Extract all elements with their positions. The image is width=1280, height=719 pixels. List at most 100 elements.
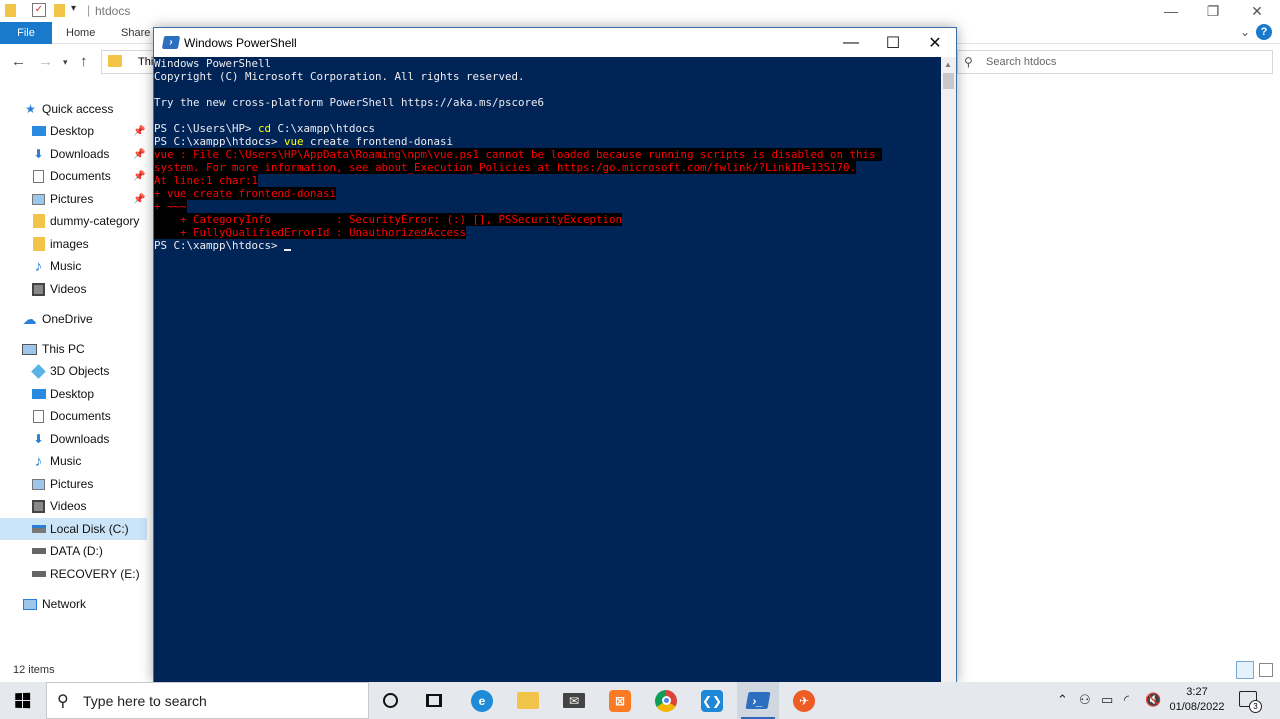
nav-item-pictures[interactable]: Pictures 📌 [0,188,147,210]
nav-item-recovery-e[interactable]: RECOVERY (E:) [0,563,147,585]
minimize-icon[interactable]: — [830,28,872,57]
file-explorer-icon [517,692,539,709]
taskbar-app-postman[interactable]: ✈ [783,682,825,719]
cortana-button[interactable] [369,682,411,719]
nav-item-pc-pictures[interactable]: Pictures [0,473,147,495]
console-prompt-line: PS C:\Users\HP> cd C:\xampp\htdocs [154,122,375,135]
tab-home[interactable]: Home [66,22,95,44]
show-hidden-icons-icon[interactable]: ⌃ [1057,692,1068,708]
nav-item-music[interactable]: ♪ Music [0,255,147,277]
details-view-icon[interactable] [1236,661,1254,679]
tab-file[interactable]: File [0,22,52,44]
taskbar-app-edge[interactable]: e [461,682,503,719]
chrome-icon [655,689,677,712]
tab-share[interactable]: Share [121,22,150,44]
nav-label: Local Disk (C:) [50,522,129,536]
nav-item-images[interactable]: images [0,233,147,255]
nav-item-videos[interactable]: Videos [0,278,147,300]
restore-icon[interactable]: ❐ [1190,0,1236,22]
taskbar-app-chrome[interactable] [645,682,687,719]
nav-item-pc-desktop[interactable]: Desktop [0,383,147,405]
new-folder-icon[interactable] [54,4,65,17]
task-view-icon [426,694,442,707]
search-input[interactable]: ⚲ Search htdocs [957,50,1273,74]
properties-icon[interactable]: ✓ [32,3,46,17]
powershell-titlebar[interactable]: › Windows PowerShell — ☐ ✕ [154,28,956,57]
nav-onedrive[interactable]: ☁ OneDrive [0,308,147,330]
windows-logo-icon [14,692,30,709]
expand-ribbon-icon[interactable]: ⌄ [1240,25,1250,39]
pin-icon[interactable]: 📌 [133,126,145,137]
back-icon[interactable]: ← [11,53,26,70]
nav-item-pc-documents[interactable]: Documents [0,405,147,427]
nav-network[interactable]: Network [0,593,147,615]
powershell-window: › Windows PowerShell — ☐ ✕ Windows Power… [153,27,957,683]
people-icon[interactable]: ⚇ [1079,692,1091,708]
music-icon: ♪ [34,257,43,275]
taskbar-app-file-explorer[interactable] [507,682,549,719]
videos-icon [32,282,45,296]
command-name: vue [284,135,304,148]
address-input[interactable]: Thi [101,50,161,74]
nav-this-pc[interactable]: This PC [0,338,147,360]
pictures-icon [32,478,45,490]
taskbar: ⚲ Type here to search e ✉ ⊠ ❮❯ ›_ ✈ ⌃ ⚇ … [0,682,1280,719]
star-icon: ★ [25,102,36,116]
battery-icon[interactable]: ▭ [1101,692,1113,708]
maximize-icon[interactable]: ☐ [872,28,914,57]
nav-item-documents[interactable]: Documents 📌 [0,165,147,187]
nav-item-dummy-category[interactable]: dummy-category [0,210,147,232]
system-clock[interactable]: 3:27 01/08/2022 [1165,685,1229,715]
nav-item-desktop[interactable]: Desktop 📌 [0,120,147,142]
nav-item-pc-downloads[interactable]: ⬇ Downloads [0,428,147,450]
pin-icon[interactable]: 📌 [133,149,145,160]
taskbar-search-box[interactable]: ⚲ Type here to search [46,682,369,719]
nav-label: Documents [50,169,111,183]
nav-item-data-d[interactable]: DATA (D:) [0,540,147,562]
forward-icon[interactable]: → [38,53,53,70]
taskbar-app-powershell[interactable]: ›_ [737,682,779,719]
scroll-up-icon[interactable]: ▲ [944,60,952,69]
music-icon: ♪ [34,452,43,470]
pin-icon[interactable]: 📌 [133,194,145,205]
nav-item-3d-objects[interactable]: 3D Objects [0,360,147,382]
nav-label: This PC [42,342,85,356]
taskbar-app-vscode[interactable]: ❮❯ [691,682,733,719]
minimize-icon[interactable]: — [1148,0,1194,22]
wifi-icon[interactable]: ◜ [1124,692,1129,708]
nav-item-pc-videos[interactable]: Videos [0,495,147,517]
nav-item-downloads[interactable]: ⬇ Downloads 📌 [0,143,147,165]
start-button[interactable] [0,682,44,719]
error-line: + vue create frontend-donasi [154,187,337,200]
notification-count-badge: 3 [1249,700,1262,713]
close-icon[interactable]: ✕ [1234,0,1280,22]
customize-toolbar-icon[interactable]: ▾ [71,3,85,17]
taskbar-app-xampp[interactable]: ⊠ [599,682,641,719]
desktop-icon [31,126,46,136]
pin-icon[interactable]: 📌 [133,171,145,182]
error-text: system. For more information, see about_… [154,161,857,174]
download-icon: ⬇ [33,147,44,161]
vertical-scrollbar[interactable]: ▲ [941,57,956,683]
error-text: vue : File C:\Users\HP\AppData\Roaming\n… [154,148,883,161]
scrollbar-thumb[interactable] [943,73,954,89]
volume-muted-icon[interactable]: 🔇 [1145,692,1161,708]
taskbar-app-mail[interactable]: ✉ [553,682,595,719]
nav-item-local-disk-c[interactable]: Local Disk (C:) [0,518,147,540]
search-placeholder: Search htdocs [986,56,1057,68]
console-output[interactable]: Windows PowerShell Copyright (C) Microso… [154,57,941,683]
task-view-button[interactable] [413,682,455,719]
nav-item-pc-music[interactable]: ♪ Music [0,450,147,472]
folder-icon [108,55,122,67]
drive-icon [31,571,46,577]
close-icon[interactable]: ✕ [914,28,956,57]
console-line: Copyright (C) Microsoft Corporation. All… [154,70,525,83]
large-icons-view-icon[interactable] [1259,663,1273,677]
nav-quick-access[interactable]: ★ Quick access [0,98,147,120]
recent-locations-icon[interactable]: ▾ [63,57,68,68]
help-icon[interactable]: ? [1256,24,1272,40]
cube-icon [31,363,46,379]
error-text: + CategoryInfo : SecurityError: (:) [], … [154,213,623,226]
nav-label: Pictures [50,192,94,206]
up-icon[interactable]: ↑ [80,53,88,70]
